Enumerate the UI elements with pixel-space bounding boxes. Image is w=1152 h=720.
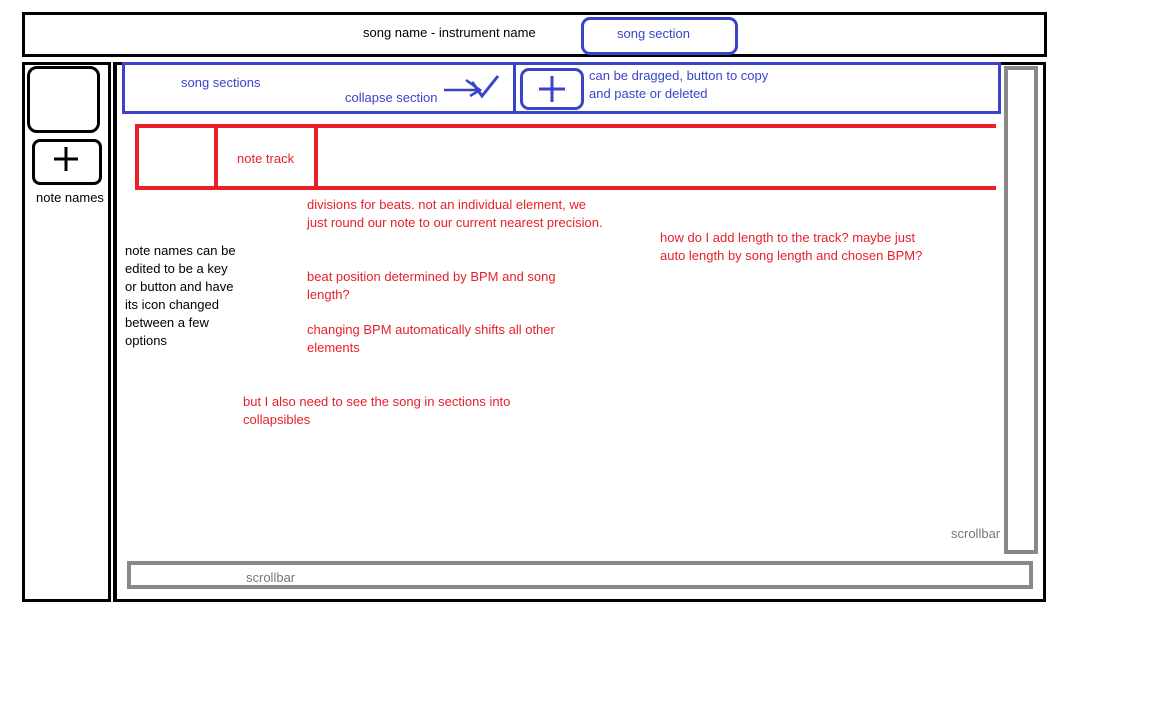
- note-track-divider: [214, 124, 218, 190]
- plus-icon: [54, 147, 78, 171]
- sections-annotation: but I also need to see the song in secti…: [243, 394, 511, 427]
- note-track-label: note track: [237, 151, 295, 166]
- song-section-button-label: song section: [617, 26, 690, 41]
- note-track-bottom-edge: [135, 186, 996, 190]
- song-sections-label: song sections: [181, 75, 261, 90]
- vertical-scrollbar[interactable]: [1004, 66, 1038, 554]
- note-names-label: note names: [36, 190, 104, 205]
- section-drag-annotation: can be dragged, button to copy and paste…: [589, 68, 769, 101]
- note-track-top-edge: [135, 124, 996, 128]
- plus-icon: [539, 76, 565, 102]
- add-section-button[interactable]: [520, 68, 584, 110]
- sections-divider: [513, 62, 516, 114]
- bpm-position-annotation: beat position determined by BPM and song…: [307, 269, 556, 302]
- horizontal-scrollbar-label: scrollbar: [246, 570, 296, 585]
- track-length-annotation: how do I add length to the track? maybe …: [660, 230, 923, 263]
- note-track-divider: [314, 124, 318, 190]
- add-note-name-button[interactable]: [32, 139, 102, 185]
- collapse-arrow-icon[interactable]: [442, 72, 502, 100]
- collapse-section-label: collapse section: [345, 90, 438, 105]
- song-instrument-title: song name - instrument name: [363, 25, 536, 40]
- note-track-left-edge: [135, 124, 139, 190]
- beat-divisions-annotation: divisions for beats. not an individual e…: [307, 197, 603, 230]
- vertical-scrollbar-label: scrollbar: [951, 526, 1001, 541]
- bpm-shift-annotation: changing BPM automatically shifts all ot…: [307, 322, 555, 355]
- note-names-annotation: note names can be edited to be a key or …: [125, 243, 236, 348]
- note-name-slot[interactable]: [27, 66, 100, 133]
